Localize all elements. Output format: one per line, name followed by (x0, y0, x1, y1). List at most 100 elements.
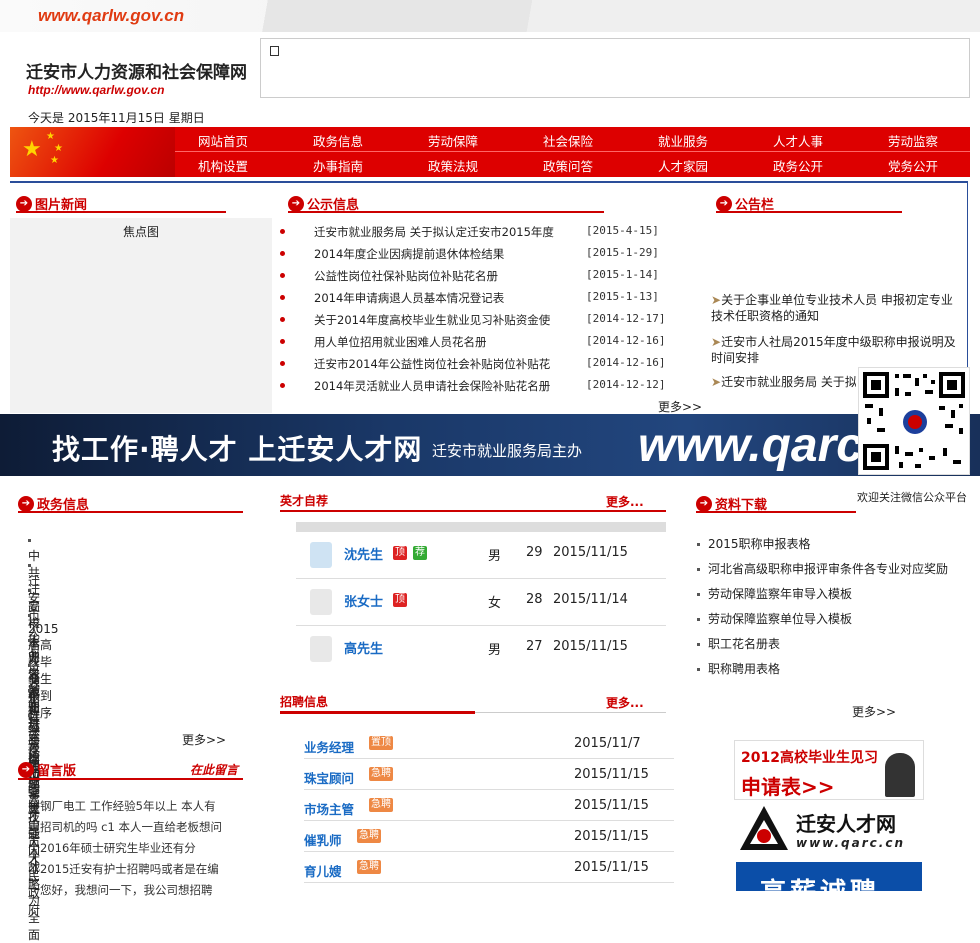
nav-item-home-talent[interactable]: 人才家园 (658, 156, 708, 175)
list-item[interactable]: 迁安市就业服务局 关于拟认定迁安市2015年度 [2015-4-15] (280, 224, 714, 240)
photo-news-area[interactable]: 焦点图 (10, 218, 272, 413)
divider (18, 511, 243, 513)
message-header: ➔ 留言版 (18, 760, 76, 779)
site-url[interactable]: http://www.qarlw.gov.cn (28, 83, 164, 97)
announce-item[interactable]: ➤迁安市人社局2015年度中级职称申报说明及时间安排 (711, 334, 956, 366)
nav-item-policy[interactable]: 政策法规 (428, 156, 478, 175)
arrow-icon: ➔ (288, 195, 304, 212)
leave-message-link[interactable]: 在此留言 (190, 761, 238, 778)
nav-item-home[interactable]: 网站首页 (198, 131, 248, 150)
list-item[interactable]: 用人单位招用就业困难人员花名册 [2014-12-16] (280, 334, 714, 350)
nav-item-labor[interactable]: 劳动保障 (428, 131, 478, 150)
bullet-icon (280, 317, 285, 322)
star-icon: ★ (50, 155, 59, 166)
list-item[interactable]: 劳动保障监察单位导入模板 (697, 610, 852, 627)
job-date: 2015/11/15 (574, 767, 649, 782)
table-row[interactable]: 张女士 顶 女 28 2015/11/14 (296, 579, 666, 626)
job-date: 2015/11/15 (574, 829, 649, 844)
nav-item-party-open[interactable]: 党务公开 (888, 156, 938, 175)
banner-slogan: 找工作·聘人才 上迁安人才网 (52, 433, 423, 466)
notice-box (260, 38, 970, 98)
table-row[interactable]: 催乳师 急聘 2015/11/15 (304, 821, 674, 852)
talent-name[interactable]: 张女士 (344, 591, 383, 610)
top-url[interactable]: www.qarlw.gov.cn (38, 6, 184, 26)
public-info-more-link[interactable]: 更多>> (658, 398, 702, 415)
list-item[interactable]: 河北省高级职称申报评审条件各专业对应奖励 (697, 560, 948, 577)
talent-network-logo[interactable]: 迁安人才网 www.qarc.cn (738, 804, 928, 854)
age: 28 (526, 592, 543, 607)
list-item[interactable]: 劳动保障监察年审导入模板 (697, 585, 852, 602)
list-item[interactable]: 公益性岗位社保补贴岗位补贴花名册 [2015-1-14] (280, 268, 714, 284)
job-name[interactable]: 催乳师 (304, 830, 342, 849)
avatar (310, 589, 332, 615)
job-name[interactable]: 市场主管 (304, 799, 354, 818)
hiring-ad[interactable]: 高薪诚聘 (736, 862, 922, 891)
list-item[interactable]: 2014年灵活就业人员申请社会保险补贴花名册 [2014-12-12] (280, 378, 714, 394)
downloads-more-link[interactable]: 更多>> (852, 703, 896, 720)
avatar (310, 542, 332, 568)
list-item[interactable]: 职工花名册表 (697, 635, 780, 652)
nav-item-insurance[interactable]: 社会保险 (543, 131, 593, 150)
job-date: 2015/11/7 (574, 736, 641, 751)
divider (280, 510, 666, 512)
nav-item-gov-info[interactable]: 政务信息 (313, 131, 363, 150)
list-item[interactable]: 2015职称申报表格 (697, 535, 811, 552)
date: 2015/11/15 (553, 639, 628, 654)
table-row[interactable]: 育儿嫂 急聘 2015/11/15 (304, 852, 674, 883)
recommend-badge: 荐 (413, 546, 427, 560)
focus-placeholder: 焦点图 (122, 225, 159, 239)
table-row[interactable]: 沈先生 顶 荐 男 29 2015/11/15 (296, 532, 666, 579)
table-row[interactable]: 市场主管 急聘 2015/11/15 (304, 790, 674, 821)
banner-ad[interactable]: 找工作·聘人才 上迁安人才网 迁安市就业服务局主办 www.qarc (0, 414, 980, 476)
intern-ad-line2: 申请表>> (741, 775, 835, 799)
qr-caption: 欢迎关注微信公众平台 (857, 491, 967, 504)
talent-more-link[interactable]: 更多... (606, 493, 644, 510)
qr-code (858, 367, 970, 475)
list-item[interactable]: 2014年申请病退人员基本情况登记表 [2015-1-13] (280, 290, 714, 306)
nav-item-inspection[interactable]: 劳动监察 (888, 131, 938, 150)
site-name: 迁安市人力资源和社会保障网 (26, 63, 247, 83)
nav-item-qa[interactable]: 政策问答 (543, 156, 593, 175)
nav-item-talent[interactable]: 人才人事 (773, 131, 823, 150)
job-badge: 急聘 (369, 767, 393, 781)
job-date: 2015/11/15 (574, 798, 649, 813)
job-name[interactable]: 业务经理 (304, 737, 354, 756)
table-row[interactable]: 高先生 男 27 2015/11/15 (296, 626, 666, 672)
intern-ad[interactable]: 2012高校毕业生见习 申请表>> (734, 740, 924, 800)
talent-name[interactable]: 高先生 (344, 638, 383, 657)
arrow-icon: ➤ (711, 293, 722, 307)
list-item[interactable]: 职称聘用表格 (697, 660, 780, 677)
talent-name[interactable]: 沈先生 (344, 544, 383, 563)
divider (716, 211, 902, 213)
arrow-icon: ➤ (711, 335, 722, 349)
job-name[interactable]: 育儿嫂 (304, 861, 342, 880)
nav-item-gov-open[interactable]: 政务公开 (773, 156, 823, 175)
jobs-more-link[interactable]: 更多... (606, 694, 644, 711)
announce-item[interactable]: ➤迁安市就业服务局 关于拟 (711, 374, 856, 390)
top-bar-stripe (230, 0, 980, 32)
divider (16, 211, 226, 213)
job-badge: 急聘 (369, 798, 393, 812)
nav-item-guide[interactable]: 办事指南 (313, 156, 363, 175)
age: 29 (526, 545, 543, 560)
list-item[interactable]: 迁安市2014年公益性岗位社会补贴岗位补贴花 [2014-12-16] (280, 356, 714, 372)
nav-item-org[interactable]: 机构设置 (198, 156, 248, 175)
table-row[interactable]: 珠宝顾问 急聘 2015/11/15 (304, 759, 674, 790)
list-item[interactable]: 深入实施人才强国战略 为全面 (28, 708, 40, 943)
bullet-icon (280, 361, 285, 366)
message-text: 钢厂电工 工作经验5年以上 本人有招司机的吗 c1 本人一直给老板想问2016年… (40, 799, 222, 897)
nav-item-employment[interactable]: 就业服务 (658, 131, 708, 150)
divider (280, 711, 475, 714)
list-item[interactable]: 关于2014年度高校毕业生就业见习补贴资金使 [2014-12-17] (280, 312, 714, 328)
job-badge: 急聘 (357, 860, 381, 874)
logo-name: 迁安人才网 (796, 812, 896, 836)
bullet-icon (280, 295, 285, 300)
job-name[interactable]: 珠宝顾问 (304, 768, 354, 787)
announce-item[interactable]: ➤关于企事业单位专业技术人员 申报初定专业技术任职资格的通知 (711, 292, 956, 324)
bullet-icon (280, 273, 285, 278)
list-item[interactable]: 2014年度企业因病提前退休体检结果 [2015-1-29] (280, 246, 714, 262)
gender: 男 (488, 643, 502, 658)
arrow-icon: ➔ (16, 195, 32, 212)
table-row[interactable]: 业务经理 置顶 2015/11/7 (304, 728, 674, 759)
gov-info-more-link[interactable]: 更多>> (182, 731, 226, 748)
